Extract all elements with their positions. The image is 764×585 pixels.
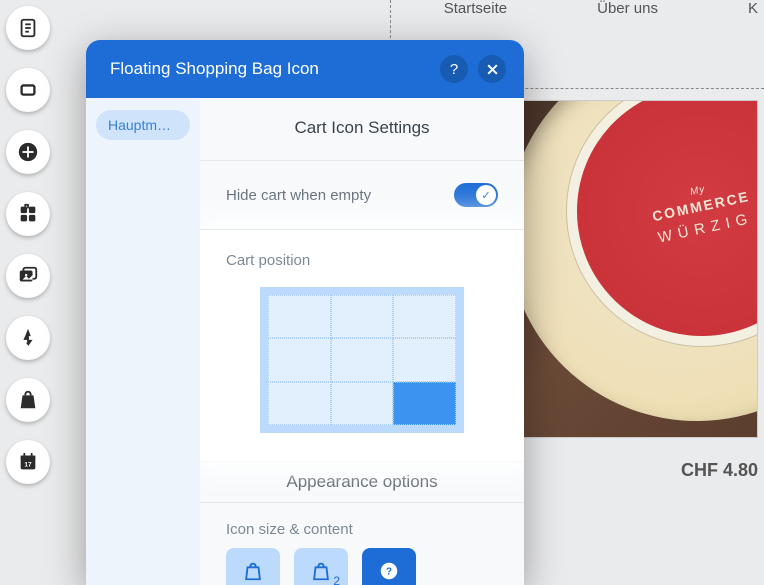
nav-item[interactable]: K	[748, 0, 758, 42]
pos-middle-right[interactable]	[393, 338, 456, 381]
pos-top-center[interactable]	[331, 295, 394, 338]
cart-position-picker	[260, 287, 464, 433]
product-price: CHF 4.80	[681, 460, 758, 507]
pos-middle-left[interactable]	[268, 338, 331, 381]
editor-rail: + 17	[6, 0, 54, 484]
site-nav: Startseite Über uns K	[444, 0, 764, 42]
apps-icon[interactable]: +	[6, 192, 50, 236]
icon-size-label: Icon size & content	[200, 517, 524, 548]
section-title-settings: Cart Icon Settings	[226, 114, 498, 144]
pos-bottom-center[interactable]	[331, 382, 394, 425]
add-icon[interactable]	[6, 130, 50, 174]
section-title-appearance: Appearance options	[200, 462, 524, 502]
nav-item[interactable]: Über uns	[597, 0, 658, 42]
cart-position-label: Cart position	[226, 252, 498, 269]
design-icon[interactable]	[6, 316, 50, 360]
svg-text:?: ?	[386, 567, 392, 578]
icon-option-more[interactable]: ?	[362, 548, 416, 585]
section-icon[interactable]	[6, 68, 50, 112]
pages-icon[interactable]	[6, 6, 50, 50]
icon-option-bag[interactable]	[226, 548, 280, 585]
pos-bottom-left[interactable]	[268, 382, 331, 425]
media-icon[interactable]	[6, 254, 50, 298]
pos-top-left[interactable]	[268, 295, 331, 338]
pos-bottom-right[interactable]	[393, 382, 456, 425]
close-button[interactable]	[478, 55, 506, 83]
svg-text:+: +	[25, 204, 28, 209]
sidebar-tab-main[interactable]: Hauptm…	[96, 110, 190, 140]
help-button[interactable]: ?	[440, 55, 468, 83]
panel-header: Floating Shopping Bag Icon ?	[86, 40, 524, 98]
icon-option-bag-count[interactable]: 2	[294, 548, 348, 585]
check-icon: ✓	[476, 185, 496, 205]
events-icon[interactable]: 17	[6, 440, 50, 484]
store-icon[interactable]	[6, 378, 50, 422]
svg-text:17: 17	[24, 462, 32, 469]
settings-panel: Floating Shopping Bag Icon ? Hauptm… Car…	[86, 40, 524, 585]
pos-top-right[interactable]	[393, 295, 456, 338]
panel-main: Cart Icon Settings Hide cart when empty …	[200, 98, 524, 585]
hide-cart-label: Hide cart when empty	[226, 187, 371, 204]
hide-cart-toggle[interactable]: ✓	[454, 183, 498, 207]
nav-item[interactable]: Startseite	[444, 0, 507, 42]
panel-sidebar: Hauptm…	[86, 98, 200, 585]
pos-middle-center[interactable]	[331, 338, 394, 381]
badge-count: 2	[333, 574, 340, 585]
panel-title: Floating Shopping Bag Icon	[110, 59, 430, 79]
